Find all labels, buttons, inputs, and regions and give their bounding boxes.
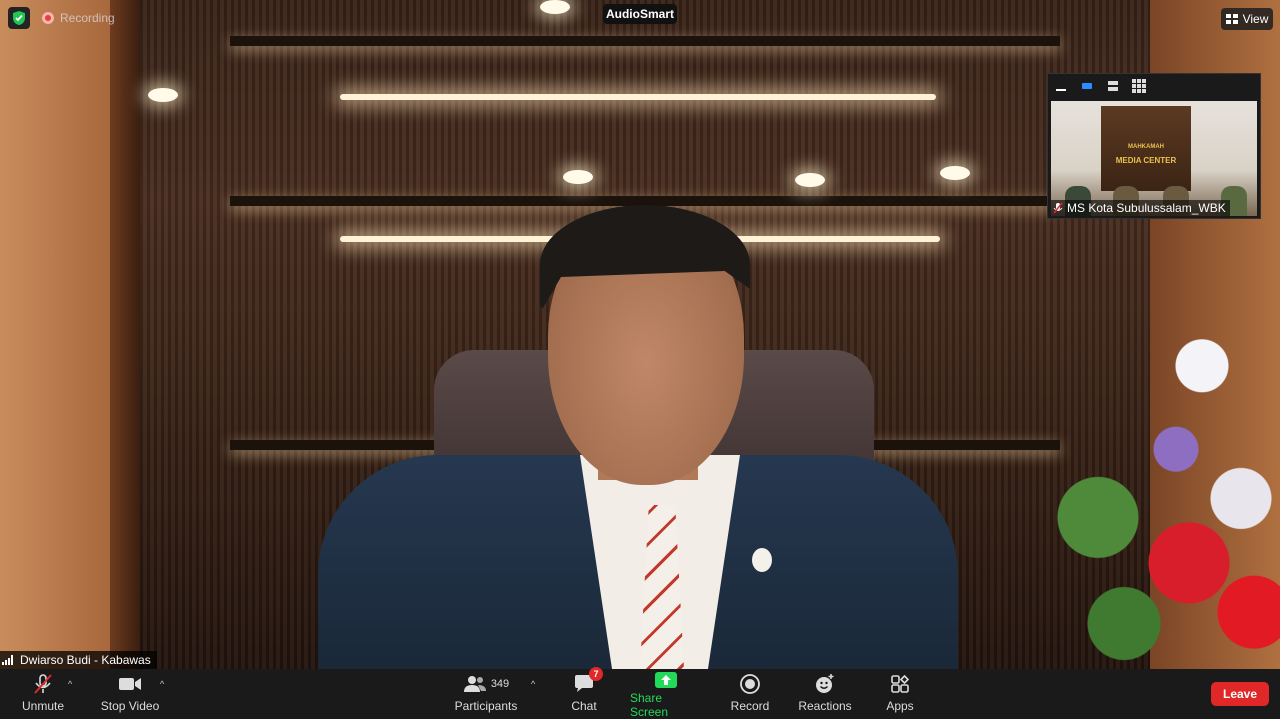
security-shield-icon[interactable] bbox=[8, 7, 30, 29]
chat-unread-badge: 7 bbox=[589, 667, 603, 681]
grid-view-icon bbox=[1225, 14, 1238, 24]
share-screen-icon bbox=[655, 672, 677, 688]
record-icon bbox=[740, 674, 760, 694]
participants-button[interactable]: 349 Participants bbox=[452, 669, 520, 719]
participants-icon bbox=[463, 676, 486, 692]
speaker-name: Dwiarso Budi - Kabawas bbox=[20, 653, 151, 667]
flower-arrangement bbox=[1020, 290, 1280, 669]
participants-count: 349 bbox=[490, 678, 510, 690]
view-label: View bbox=[1242, 12, 1269, 26]
media-center-board: MAHKAMAH MEDIA CENTER bbox=[1101, 106, 1191, 191]
ceiling-light bbox=[148, 88, 178, 102]
gallery-view-icon[interactable] bbox=[1132, 79, 1146, 93]
wall bbox=[0, 0, 110, 669]
meeting-toolbar: Unmute ^ Stop Video ^ 349 Participants ^ bbox=[0, 667, 1280, 719]
apps-label: Apps bbox=[886, 699, 914, 713]
speaker-name-tag: Dwiarso Budi - Kabawas bbox=[0, 651, 157, 669]
participants-options-chevron-up-icon[interactable]: ^ bbox=[531, 679, 535, 689]
lapel-pin bbox=[752, 548, 772, 572]
single-view-icon[interactable] bbox=[1080, 79, 1094, 93]
shelf bbox=[230, 196, 1060, 206]
thumbnail-toolbar bbox=[1048, 74, 1260, 98]
shelf bbox=[230, 36, 1060, 46]
board-text-top: MAHKAMAH bbox=[1128, 144, 1164, 150]
audio-options-chevron-up-icon[interactable]: ^ bbox=[68, 679, 72, 689]
apps-button[interactable]: Apps bbox=[882, 669, 918, 719]
record-label: Record bbox=[730, 699, 770, 713]
door bbox=[110, 0, 140, 669]
muted-mic-icon bbox=[1053, 202, 1063, 214]
record-dot-icon bbox=[42, 12, 54, 24]
chat-label: Chat bbox=[571, 699, 597, 713]
ceiling-light bbox=[540, 0, 570, 14]
chat-button[interactable]: 7 Chat bbox=[566, 667, 603, 719]
light bbox=[340, 94, 936, 100]
minimize-icon[interactable] bbox=[1054, 79, 1068, 93]
share-screen-button[interactable]: Share Screen bbox=[630, 669, 702, 719]
view-button[interactable]: View bbox=[1221, 8, 1273, 30]
unmute-button[interactable]: Unmute bbox=[18, 669, 68, 719]
leave-button[interactable]: Leave bbox=[1211, 682, 1269, 706]
smiley-plus-icon bbox=[816, 674, 834, 693]
stop-video-label: Stop Video bbox=[100, 699, 160, 713]
shield-icon bbox=[13, 11, 25, 25]
muted-mic-icon bbox=[34, 674, 52, 694]
strip-view-icon[interactable] bbox=[1106, 79, 1120, 93]
record-button[interactable]: Record bbox=[728, 669, 772, 719]
participants-label: Participants bbox=[454, 699, 518, 713]
audio-label: AudioSmart bbox=[603, 4, 677, 24]
thumbnail-video[interactable]: MAHKAMAH MEDIA CENTER bbox=[1051, 101, 1257, 216]
share-screen-label: Share Screen bbox=[630, 691, 669, 719]
video-camera-icon bbox=[119, 678, 141, 690]
apps-icon bbox=[891, 674, 910, 693]
thumbnail-name-tag: MS Kota Subulussalam_WBK bbox=[1051, 200, 1230, 216]
recording-label: Recording bbox=[60, 11, 115, 25]
recording-indicator[interactable]: Recording bbox=[42, 11, 115, 25]
unmute-label: Unmute bbox=[21, 699, 65, 713]
thumbnail-panel: MAHKAMAH MEDIA CENTER MS Kota Subulussal… bbox=[1047, 73, 1261, 219]
ceiling-light bbox=[795, 173, 825, 187]
reactions-label: Reactions bbox=[798, 699, 852, 713]
reactions-button[interactable]: Reactions bbox=[798, 669, 852, 719]
ceiling-light bbox=[563, 170, 593, 184]
signal-strength-icon bbox=[2, 655, 13, 665]
ceiling-light bbox=[940, 166, 970, 180]
video-options-chevron-up-icon[interactable]: ^ bbox=[160, 679, 164, 689]
stop-video-button[interactable]: Stop Video bbox=[100, 669, 160, 719]
board-text: MEDIA CENTER bbox=[1115, 156, 1177, 165]
thumbnail-participant-name: MS Kota Subulussalam_WBK bbox=[1067, 201, 1226, 215]
